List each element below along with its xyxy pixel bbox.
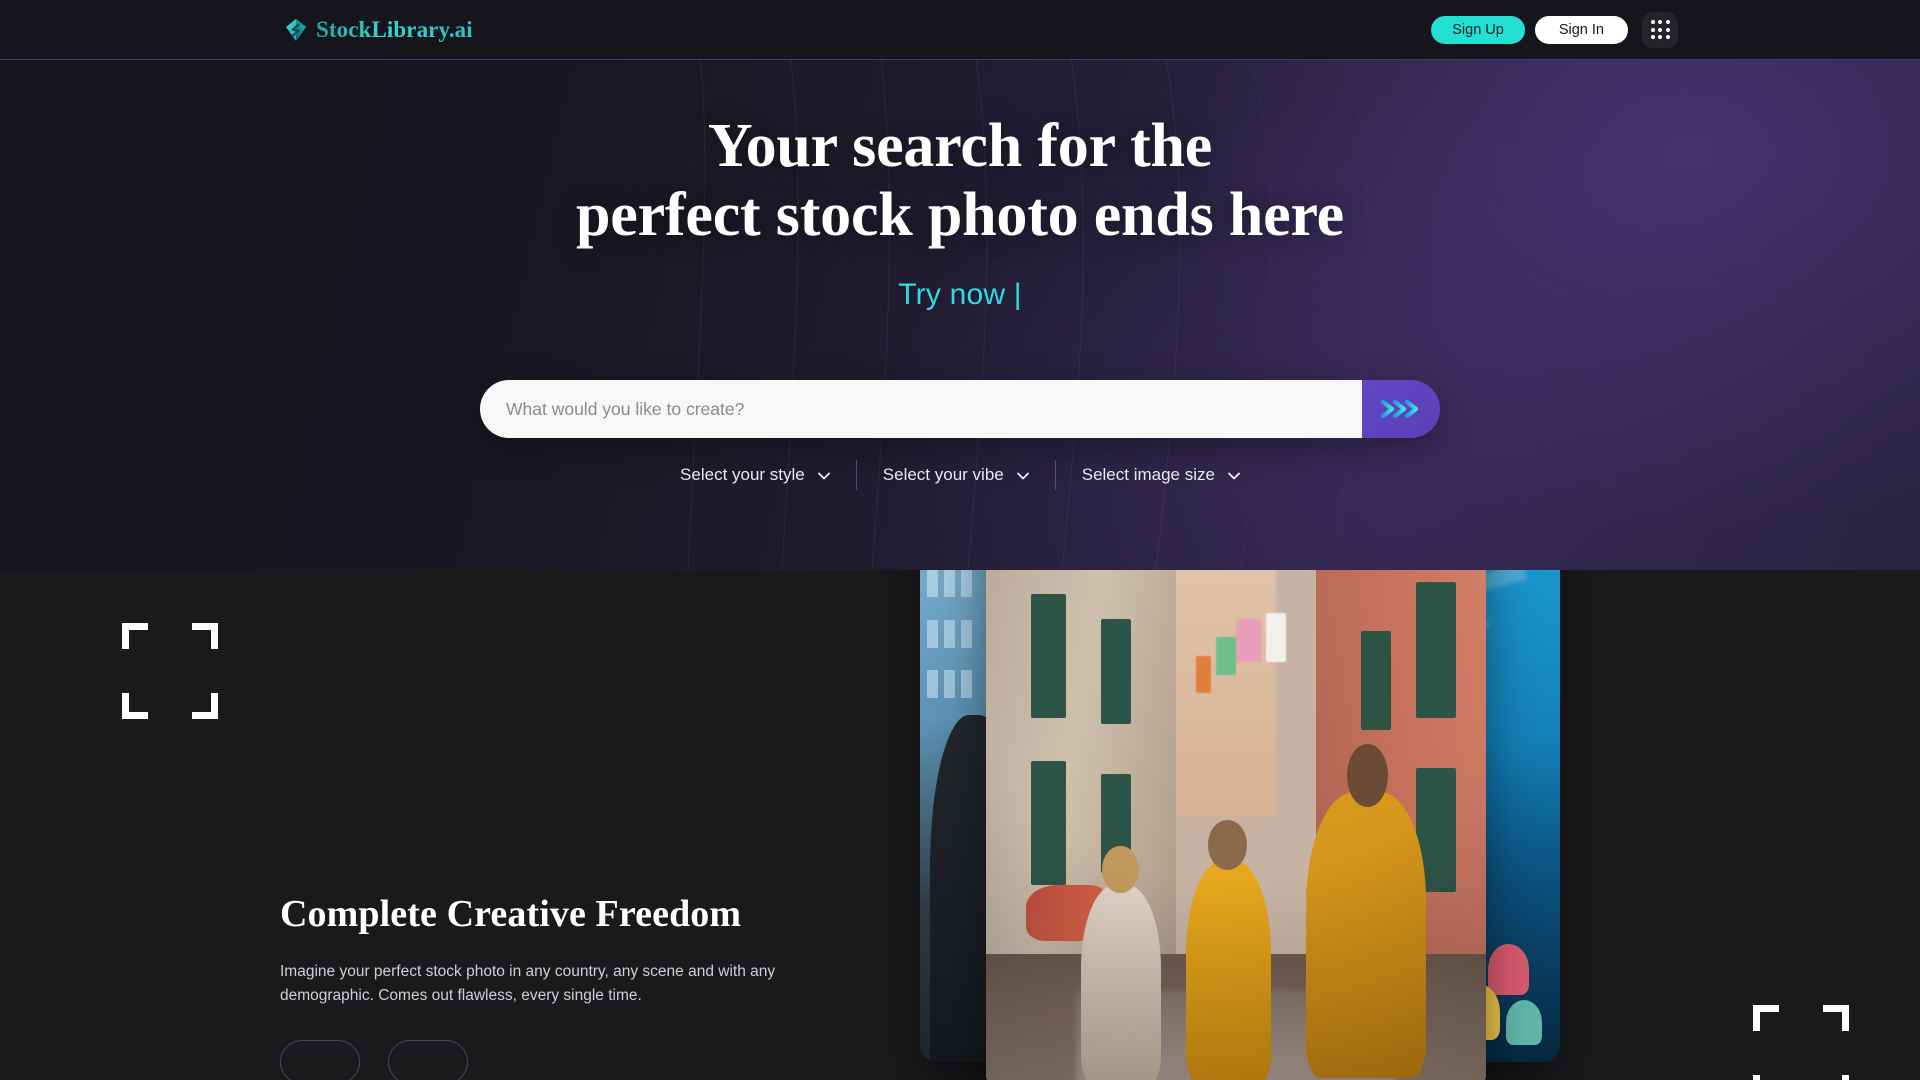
filter-style-label: Select your style [680, 465, 805, 484]
gem-diamond-icon [285, 18, 307, 42]
try-now-text: Try now | [898, 278, 1022, 311]
apps-grid-icon [1650, 20, 1670, 39]
brand-logo-text: StockLibrary.ai [316, 16, 473, 42]
apps-menu-button[interactable] [1642, 11, 1678, 48]
chevron-down-icon [1016, 465, 1029, 485]
chevron-down-icon [1228, 465, 1240, 485]
filter-style-dropdown[interactable]: Select your style [654, 460, 856, 490]
search-input[interactable] [480, 380, 1362, 438]
double-chevron-right-icon [1378, 396, 1424, 422]
page-title: Your search for the perfect stock photo … [0, 112, 1920, 251]
feature-section: Complete Creative Freedom Imagine your p… [0, 570, 1920, 1080]
italian-alley-family-photo [986, 570, 1486, 1080]
crop-frame-brackets-bottom-right [1753, 1005, 1849, 1080]
feature-button-2[interactable] [388, 1040, 468, 1080]
filter-vibe-dropdown[interactable]: Select your vibe [857, 460, 1055, 490]
search-bar [480, 380, 1440, 438]
hero-section: Your search for the perfect stock photo … [0, 60, 1920, 570]
chevron-down-icon [817, 465, 830, 485]
filters-row: Select your style Select your vibe Selec… [654, 460, 1266, 490]
hero-heading-line-1: Your search for the [707, 112, 1213, 180]
feature-button-1[interactable] [280, 1040, 360, 1080]
brand-logo[interactable]: StockLibrary.ai [285, 17, 473, 43]
feature-description: Imagine your perfect stock photo in any … [280, 963, 776, 1005]
filter-vibe-label: Select your vibe [882, 465, 1004, 484]
hero-heading-line-2: perfect stock photo ends here [576, 181, 1344, 250]
photo-carousel [920, 570, 1560, 1080]
feature-title: Complete Creative Freedom [280, 893, 742, 935]
filter-image-size-dropdown[interactable]: Select image size [1056, 460, 1266, 490]
crop-frame-brackets-top-left [122, 623, 218, 719]
sign-up-button[interactable]: Sign Up [1431, 15, 1525, 44]
carousel-slide-italian-alley-family-photo[interactable] [986, 570, 1486, 1080]
search-submit-button[interactable] [1362, 380, 1440, 438]
sign-in-button[interactable]: Sign In [1534, 15, 1628, 44]
feature-buttons [280, 1040, 468, 1080]
top-header: StockLibrary.ai Sign Up Sign In [0, 0, 1920, 60]
filter-image-size-label: Select image size [1081, 465, 1215, 484]
header-actions: Sign Up Sign In [1431, 11, 1678, 48]
